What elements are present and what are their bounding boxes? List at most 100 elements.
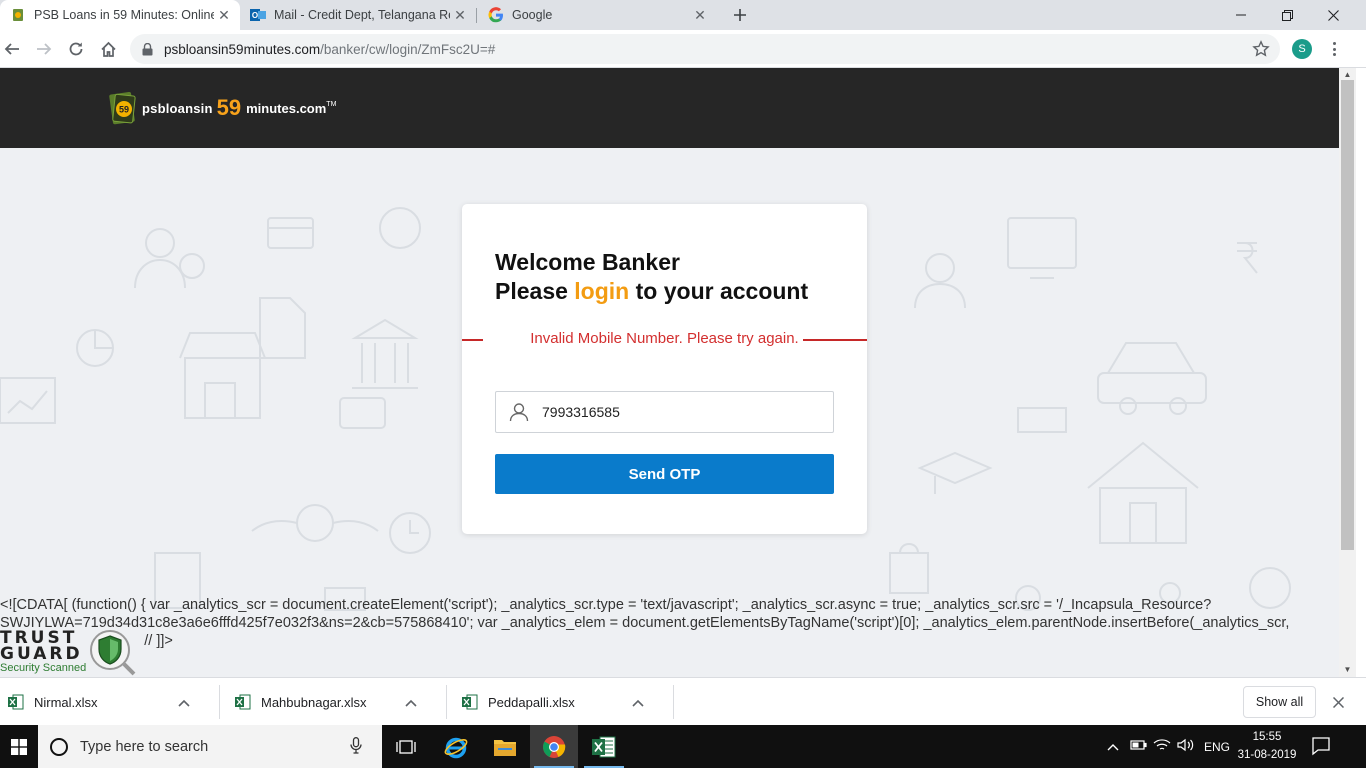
- address-bar[interactable]: psbloansin59minutes.com/banker/cw/login/…: [130, 34, 1280, 64]
- mobile-number-input[interactable]: [542, 404, 822, 420]
- psb-favicon-icon: [10, 7, 26, 23]
- browser-tab-strip: PSB Loans in 59 Minutes: Online ✕ O Mail…: [0, 0, 1366, 30]
- chevron-up-icon[interactable]: [1104, 740, 1122, 754]
- site-header: 59 psbloansin 59 minutes.com TM: [0, 68, 1339, 148]
- restore-icon[interactable]: [1264, 0, 1310, 30]
- profile-avatar[interactable]: S: [1292, 39, 1312, 59]
- chevron-up-icon[interactable]: [628, 695, 648, 710]
- rupee-coin-icon: [379, 207, 421, 249]
- scroll-down-icon[interactable]: ▼: [1343, 665, 1352, 674]
- excel-file-icon: [235, 694, 251, 710]
- network-icon[interactable]: [1150, 738, 1174, 755]
- mobile-number-field[interactable]: [495, 391, 834, 433]
- download-item[interactable]: Nirmal.xlsx: [8, 685, 220, 719]
- reload-icon[interactable]: [64, 37, 88, 61]
- raw-script-line: _analytics_elem); })(); // ]]>: [0, 633, 173, 649]
- wallet-icon: [339, 397, 386, 429]
- logo-text-psbloansin: psbloansin: [142, 100, 213, 116]
- excel-file-icon: [462, 694, 478, 710]
- taskbar-search-box[interactable]: Type here to search: [38, 725, 382, 768]
- chevron-up-icon[interactable]: [174, 695, 194, 710]
- browser-toolbar: psbloansin59minutes.com/banker/cw/login/…: [0, 30, 1366, 68]
- close-tab-icon[interactable]: ✕: [450, 7, 470, 24]
- login-heading: Welcome Banker Please login to your acco…: [495, 248, 808, 306]
- logo-text-minutes: minutes.com: [246, 100, 327, 116]
- monitor-icon: [1007, 217, 1077, 279]
- internet-explorer-icon[interactable]: [432, 725, 480, 768]
- logo-text-59: 59: [216, 95, 242, 120]
- tab-google[interactable]: Google ✕: [478, 0, 716, 30]
- chevron-up-icon[interactable]: [401, 695, 421, 710]
- new-tab-icon[interactable]: [728, 3, 752, 27]
- download-item[interactable]: Peddapalli.xlsx: [462, 685, 674, 719]
- error-banner: Invalid Mobile Number. Please try again.: [462, 329, 867, 349]
- download-filename: Nirmal.xlsx: [34, 694, 98, 710]
- chrome-taskbar-icon[interactable]: [530, 725, 578, 768]
- scroll-up-icon[interactable]: ▲: [1343, 70, 1352, 79]
- site-logo[interactable]: 59 psbloansin 59 minutes.com TM: [108, 90, 336, 126]
- excel-file-icon: [8, 694, 24, 710]
- shop-icon: [179, 332, 266, 419]
- lock-icon[interactable]: [142, 42, 156, 56]
- minimize-icon[interactable]: [1218, 0, 1264, 30]
- close-tab-icon[interactable]: ✕: [690, 7, 710, 24]
- volume-icon[interactable]: [1174, 738, 1198, 755]
- excel-taskbar-icon[interactable]: [580, 725, 628, 768]
- trust-guard-seal[interactable]: TRUST GUARD Security Scanned: [0, 628, 140, 677]
- tab-mail[interactable]: O Mail - Credit Dept, Telangana Re ✕: [240, 0, 476, 30]
- system-tray: ENG: [1104, 725, 1230, 768]
- pie-chart-icon: [76, 329, 114, 367]
- taskbar-search-placeholder: Type here to search: [80, 738, 209, 755]
- tab-title: Google: [512, 8, 553, 22]
- heading-prefix: Please: [495, 278, 575, 304]
- graduation-cap-icon: [917, 451, 993, 494]
- logo-badge-number: 59: [119, 105, 129, 115]
- card-icon: [267, 217, 314, 249]
- welcome-line: Welcome Banker: [495, 249, 680, 275]
- error-rule-right: [803, 339, 867, 341]
- battery-icon[interactable]: [1126, 739, 1150, 754]
- url-path: /banker/cw/login/ZmFsc2U=#: [320, 41, 496, 57]
- close-window-icon[interactable]: [1310, 0, 1356, 30]
- tab-title: Mail - Credit Dept, Telangana Re: [274, 8, 450, 22]
- page-viewport: 59 psbloansin 59 minutes.com TM Welcome …: [0, 68, 1356, 677]
- bookmark-star-icon[interactable]: [1252, 40, 1270, 58]
- windows-taskbar: Type here to search ENG 15:55 31-08-2019: [0, 725, 1366, 768]
- home-icon[interactable]: [96, 37, 120, 61]
- download-filename: Peddapalli.xlsx: [488, 694, 575, 710]
- microphone-icon[interactable]: [350, 736, 370, 757]
- send-otp-button[interactable]: Send OTP: [495, 454, 834, 494]
- chrome-menu-icon[interactable]: [1326, 39, 1342, 59]
- close-tab-icon[interactable]: ✕: [214, 7, 234, 24]
- task-view-icon[interactable]: [382, 725, 430, 768]
- windows-start-icon[interactable]: [0, 725, 38, 768]
- input-language[interactable]: ENG: [1204, 740, 1230, 754]
- house-icon: [1087, 441, 1199, 544]
- downloads-bar: Nirmal.xlsx Mahbubnagar.xlsx Peddapalli.…: [0, 677, 1366, 725]
- shield-icon: [90, 630, 136, 676]
- tab-psb-loans[interactable]: PSB Loans in 59 Minutes: Online ✕: [0, 0, 240, 30]
- bar-chart-icon: [0, 377, 56, 424]
- system-clock[interactable]: 15:55 31-08-2019: [1232, 728, 1302, 764]
- clock-date: 31-08-2019: [1237, 749, 1297, 761]
- action-center-icon[interactable]: [1310, 735, 1334, 759]
- download-filename: Mahbubnagar.xlsx: [261, 694, 367, 710]
- money-note-icon: [1017, 407, 1067, 433]
- close-downloads-icon[interactable]: [1328, 692, 1348, 712]
- forward-icon[interactable]: [32, 37, 56, 61]
- psb-logo-badge-icon: 59: [109, 92, 136, 125]
- scroll-thumb[interactable]: [1341, 80, 1354, 550]
- show-all-button[interactable]: Show all: [1243, 686, 1316, 718]
- page-scrollbar[interactable]: ▲ ▼: [1339, 68, 1356, 677]
- login-instruction-line: Please login to your account: [495, 277, 808, 306]
- tab-separator: [476, 8, 477, 23]
- car-icon: [1097, 342, 1207, 415]
- download-item[interactable]: Mahbubnagar.xlsx: [235, 685, 447, 719]
- rupee-sign-icon: [1237, 242, 1258, 274]
- file-explorer-icon[interactable]: [481, 725, 529, 768]
- user-icon: [496, 392, 542, 432]
- person-icon: [914, 253, 966, 309]
- bag-icon: [889, 543, 929, 594]
- document-icon: [259, 297, 306, 359]
- back-icon[interactable]: [0, 37, 24, 61]
